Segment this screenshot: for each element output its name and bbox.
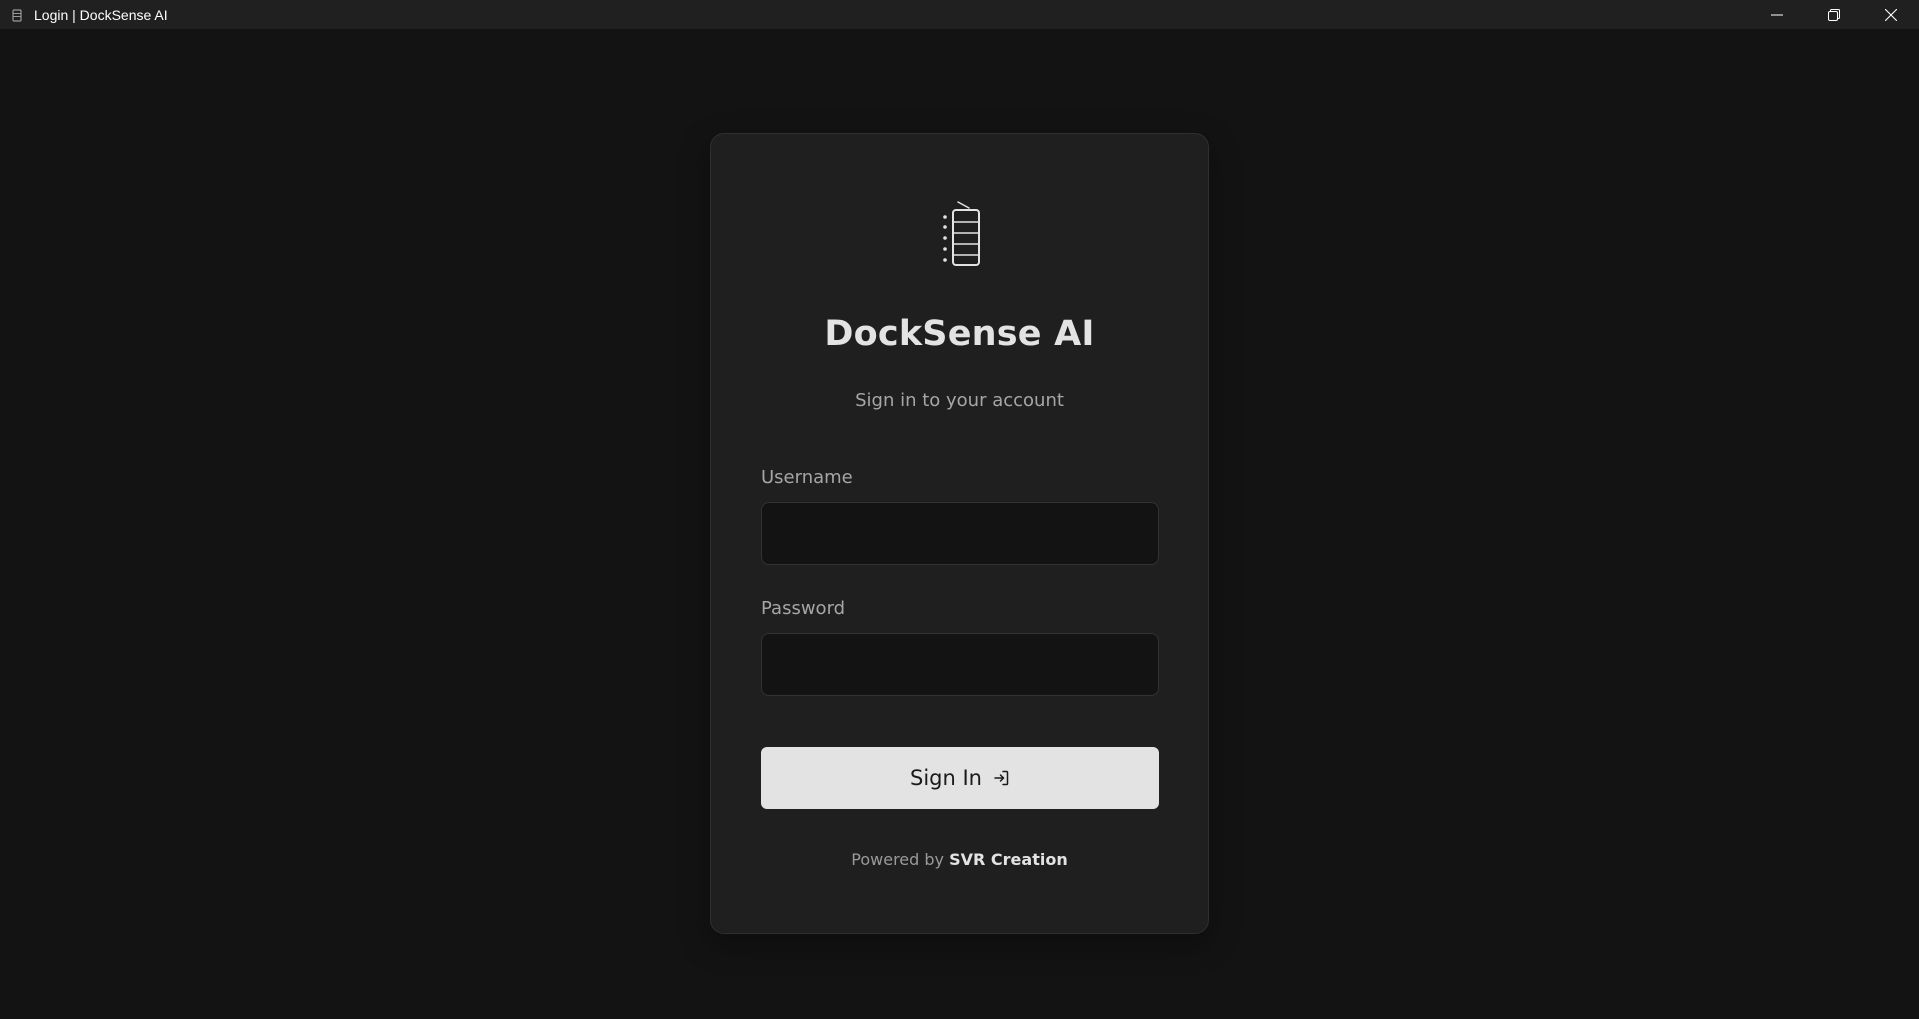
sign-in-subtitle: Sign in to your account: [855, 390, 1064, 411]
close-button[interactable]: [1862, 0, 1919, 29]
app-icon: [12, 8, 22, 22]
main-area: DockSense AI Sign in to your account Use…: [0, 29, 1919, 1019]
document-list-icon: [935, 200, 985, 270]
restore-icon: [1827, 8, 1840, 21]
sign-in-icon: [992, 769, 1010, 787]
username-input[interactable]: [761, 502, 1159, 565]
window-controls: [1748, 0, 1919, 29]
minimize-button[interactable]: [1748, 0, 1805, 29]
powered-by-brand: SVR Creation: [949, 850, 1068, 869]
sign-in-button-label: Sign In: [910, 766, 982, 790]
window-title: Login | DockSense AI: [34, 6, 168, 23]
password-input[interactable]: [761, 633, 1159, 696]
minimize-icon: [1770, 14, 1783, 15]
username-label: Username: [761, 467, 853, 488]
powered-by: Powered by SVR Creation: [711, 850, 1208, 869]
restore-button[interactable]: [1805, 0, 1862, 29]
title-bar: Login | DockSense AI: [0, 0, 1919, 29]
login-card: DockSense AI Sign in to your account Use…: [710, 133, 1209, 934]
password-label: Password: [761, 598, 846, 619]
close-icon: [1884, 8, 1897, 21]
powered-by-prefix: Powered by: [851, 850, 945, 869]
app-name: DockSense AI: [824, 314, 1095, 354]
sign-in-button[interactable]: Sign In: [761, 747, 1159, 809]
